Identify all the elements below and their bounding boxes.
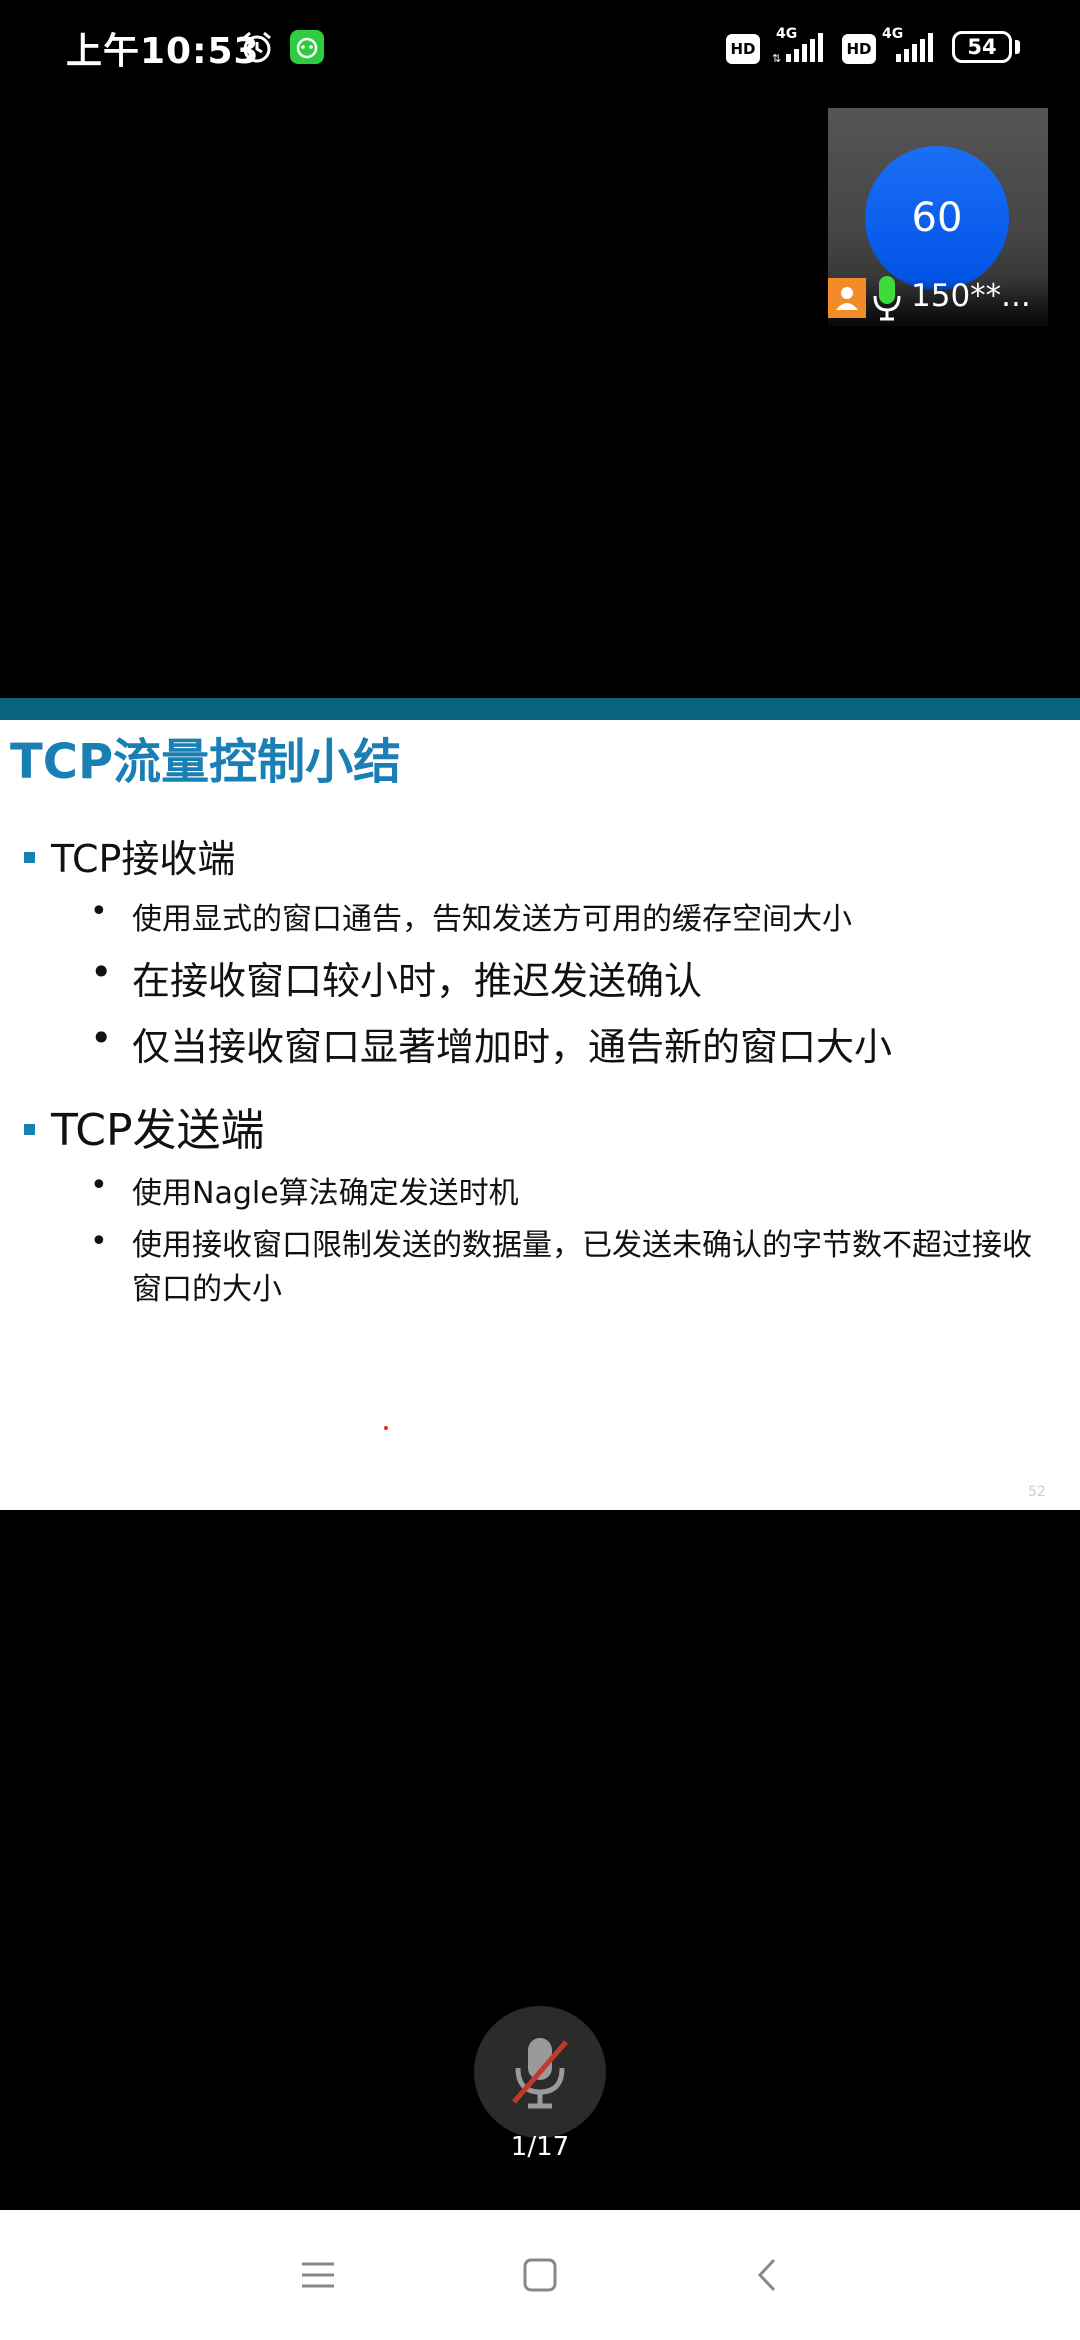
slide-header-bar — [0, 698, 1080, 720]
system-navigation-bar — [0, 2210, 1080, 2340]
page-indicator: 1/17 — [510, 2132, 570, 2162]
section-heading-sender: TCP发送端 — [24, 1094, 265, 1158]
alarm-clock-icon — [243, 31, 271, 63]
mute-microphone-button[interactable] — [474, 2006, 606, 2138]
signal-strength-sim2-icon — [896, 33, 933, 62]
app-notification-icon — [290, 30, 324, 64]
participant-name: 150**... — [911, 278, 1031, 314]
presentation-slide: TCP流量控制小结 TCP接收端 • 使用显式的窗口通告，告知发送方可用的缓存空… — [0, 698, 1080, 1510]
back-icon[interactable] — [748, 2255, 788, 2295]
slide-title: TCP流量控制小结 — [10, 734, 402, 790]
bullet-dot-icon: • — [90, 1168, 108, 1203]
hd-badge-sim2: HD — [842, 34, 876, 64]
svg-text:⇅: ⇅ — [772, 52, 781, 64]
laser-pointer-dot — [384, 1426, 388, 1430]
menu-icon[interactable] — [298, 2255, 338, 2295]
bullet-dot-icon: • — [90, 1016, 113, 1060]
slide-page-number: 52 — [1028, 1484, 1046, 1500]
microphone-active-icon — [873, 276, 901, 321]
square-bullet-icon — [24, 852, 35, 863]
person-icon — [828, 278, 866, 318]
section-heading-receiver: TCP接收端 — [24, 828, 235, 883]
signal-strength-sim1-icon: ⇅ — [772, 33, 823, 64]
hd-badge-sim1: HD — [726, 34, 760, 64]
square-bullet-icon — [24, 1123, 35, 1135]
bullet-dot-icon: • — [90, 1224, 108, 1259]
battery-indicator: 54 — [952, 31, 1012, 63]
microphone-muted-icon — [512, 2038, 568, 2109]
status-bar: 上午10:53 HD 4G ⇅ HD 4G 54 — [0, 0, 1080, 96]
status-time: 上午10:53 — [66, 31, 260, 72]
bullet-dot-icon: • — [90, 894, 108, 929]
participant-avatar: 60 — [865, 146, 1009, 290]
participant-video-tile[interactable]: 60 150**... — [828, 108, 1048, 326]
battery-tip — [1015, 40, 1020, 54]
home-icon[interactable] — [520, 2255, 560, 2295]
bullet-dot-icon: • — [90, 950, 113, 994]
